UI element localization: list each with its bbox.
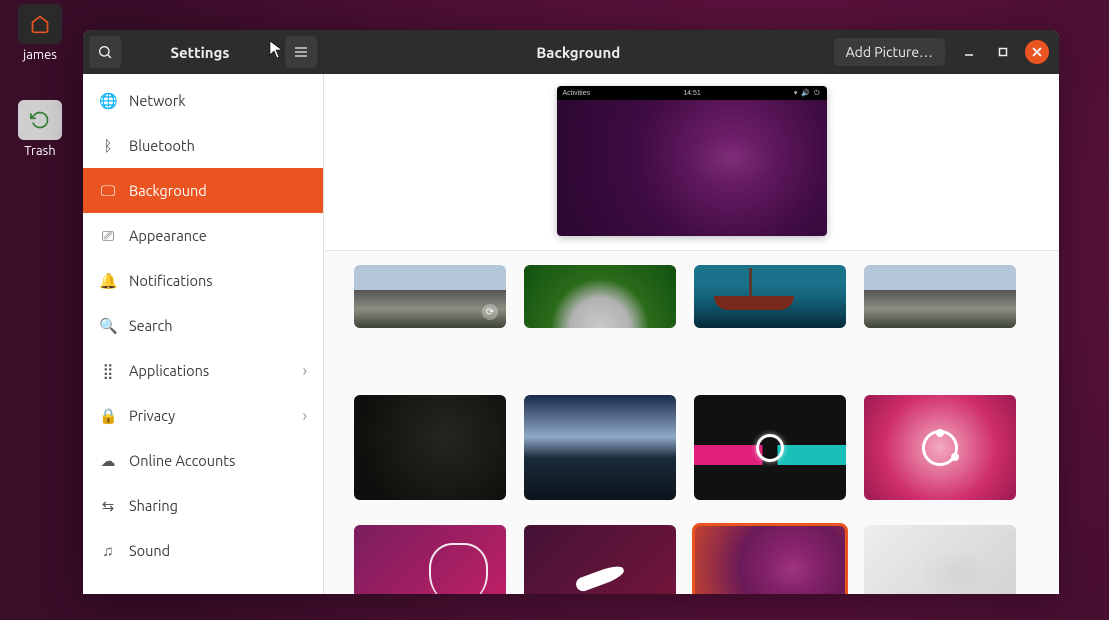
wallpaper-thumb-mountain-2[interactable] bbox=[864, 265, 1016, 328]
headerbar-left: Settings bbox=[83, 30, 323, 74]
desktop: james Trash Settings Background bbox=[0, 0, 1109, 620]
chevron-right-icon: › bbox=[303, 407, 308, 425]
wallpaper-thumb-ubuntu-stripe[interactable] bbox=[694, 395, 846, 500]
sidebar-item-label: Privacy bbox=[129, 407, 175, 424]
menu-button[interactable] bbox=[285, 36, 317, 68]
wallpaper-thumb-ermine[interactable] bbox=[354, 525, 506, 594]
preview-topbar: Activities 14:51 ▾ 🔊 ⏻ bbox=[557, 86, 827, 100]
background-panel: Activities 14:51 ▾ 🔊 ⏻ ⟳ bbox=[324, 74, 1059, 594]
preview-activities-label: Activities bbox=[563, 90, 591, 97]
sidebar-item-label: Applications bbox=[129, 362, 209, 379]
chevron-right-icon: › bbox=[303, 362, 308, 380]
wallpaper-thumb-lake-boat[interactable] bbox=[694, 265, 846, 328]
preview-status-icons: ▾ 🔊 ⏻ bbox=[794, 89, 821, 98]
sidebar-item-sharing[interactable]: ⇆ Sharing bbox=[83, 483, 323, 528]
sidebar-item-label: Bluetooth bbox=[129, 137, 195, 154]
window-body: 🌐 Network ᛒ Bluetooth 🖵 Background ⎚ Appearance… bbox=[83, 74, 1059, 594]
sidebar-icon: ♫ bbox=[99, 542, 117, 560]
sidebar-item-appearance[interactable]: ⎚ Appearance bbox=[83, 213, 323, 258]
sidebar-item-privacy[interactable]: 🔒 Privacy › bbox=[83, 393, 323, 438]
page-title: Background bbox=[323, 44, 834, 61]
slideshow-badge-icon: ⟳ bbox=[482, 304, 498, 320]
wallpaper-grid[interactable]: ⟳ bbox=[324, 251, 1059, 594]
sidebar-icon: 🌐 bbox=[99, 92, 117, 110]
headerbar: Settings Background Add Picture… bbox=[83, 30, 1059, 74]
wallpaper-thumb-lizard[interactable] bbox=[524, 525, 676, 594]
sidebar-item-online-accounts[interactable]: ☁ Online Accounts bbox=[83, 438, 323, 483]
sidebar-item-label: Sharing bbox=[129, 497, 178, 514]
sidebar-item-notifications[interactable]: 🔔 Notifications bbox=[83, 258, 323, 303]
maximize-button[interactable] bbox=[991, 40, 1015, 64]
sidebar-item-label: Notifications bbox=[129, 272, 213, 289]
sidebar-item-label: Appearance bbox=[129, 227, 207, 244]
hamburger-icon bbox=[293, 44, 309, 60]
sidebar-icon: 🔔 bbox=[99, 272, 117, 290]
sidebar-item-label: Sound bbox=[129, 542, 170, 559]
app-title: Settings bbox=[127, 44, 279, 61]
desktop-icon-label: Trash bbox=[6, 144, 74, 158]
home-folder-icon bbox=[18, 4, 62, 44]
sidebar-item-search[interactable]: 🔍 Search bbox=[83, 303, 323, 348]
settings-window: Settings Background Add Picture… bbox=[83, 30, 1059, 594]
search-icon bbox=[97, 44, 113, 60]
sidebar-icon: 🔍 bbox=[99, 317, 117, 335]
sidebar-item-label: Online Accounts bbox=[129, 452, 235, 469]
trash-icon bbox=[18, 100, 62, 140]
preview-clock: 14:51 bbox=[683, 90, 701, 97]
desktop-icon-label: james bbox=[6, 48, 74, 62]
wallpaper-thumb-geometric-pink[interactable] bbox=[864, 395, 1016, 500]
add-picture-button[interactable]: Add Picture… bbox=[834, 38, 945, 66]
close-icon bbox=[1032, 47, 1042, 57]
desktop-icon-home[interactable]: james bbox=[6, 4, 74, 62]
wallpaper-thumb-focal-grey[interactable] bbox=[864, 525, 1016, 594]
preview-wallpaper bbox=[557, 100, 827, 236]
sidebar-icon: ⣿ bbox=[99, 362, 117, 380]
maximize-icon bbox=[998, 47, 1008, 57]
wallpaper-thumb-milky-way[interactable] bbox=[524, 395, 676, 500]
sidebar-icon: ☁ bbox=[99, 452, 117, 470]
preview-screenshot[interactable]: Activities 14:51 ▾ 🔊 ⏻ bbox=[557, 86, 827, 236]
sidebar-icon: ⎚ bbox=[99, 227, 117, 245]
sidebar-item-network[interactable]: 🌐 Network bbox=[83, 78, 323, 123]
sidebar-item-background[interactable]: 🖵 Background bbox=[83, 168, 323, 213]
sidebar-item-label: Background bbox=[129, 182, 207, 199]
settings-sidebar[interactable]: 🌐 Network ᛒ Bluetooth 🖵 Background ⎚ Appearance… bbox=[83, 74, 324, 594]
wallpaper-thumb-stone-path[interactable] bbox=[524, 265, 676, 328]
wallpaper-thumb-mountain-1[interactable]: ⟳ bbox=[354, 265, 506, 328]
sidebar-item-label: Search bbox=[129, 317, 173, 334]
sidebar-icon: 🖵 bbox=[99, 182, 117, 200]
sidebar-icon: ⇆ bbox=[99, 497, 117, 515]
desktop-icon-trash[interactable]: Trash bbox=[6, 100, 74, 158]
wallpaper-thumb-focal-fossa[interactable] bbox=[694, 525, 846, 594]
current-background-preview: Activities 14:51 ▾ 🔊 ⏻ bbox=[324, 74, 1059, 251]
minimize-button[interactable] bbox=[957, 40, 981, 64]
wallpaper-thumb-dark-trees[interactable] bbox=[354, 395, 506, 500]
minimize-icon bbox=[964, 47, 974, 57]
sidebar-icon: 🔒 bbox=[99, 407, 117, 425]
search-button[interactable] bbox=[89, 36, 121, 68]
sidebar-icon: ᛒ bbox=[99, 137, 117, 154]
headerbar-right: Background Add Picture… bbox=[323, 30, 1059, 74]
sidebar-item-bluetooth[interactable]: ᛒ Bluetooth bbox=[83, 123, 323, 168]
close-button[interactable] bbox=[1025, 40, 1049, 64]
sidebar-item-sound[interactable]: ♫ Sound bbox=[83, 528, 323, 573]
sidebar-item-label: Network bbox=[129, 92, 186, 109]
sidebar-item-applications[interactable]: ⣿ Applications › bbox=[83, 348, 323, 393]
